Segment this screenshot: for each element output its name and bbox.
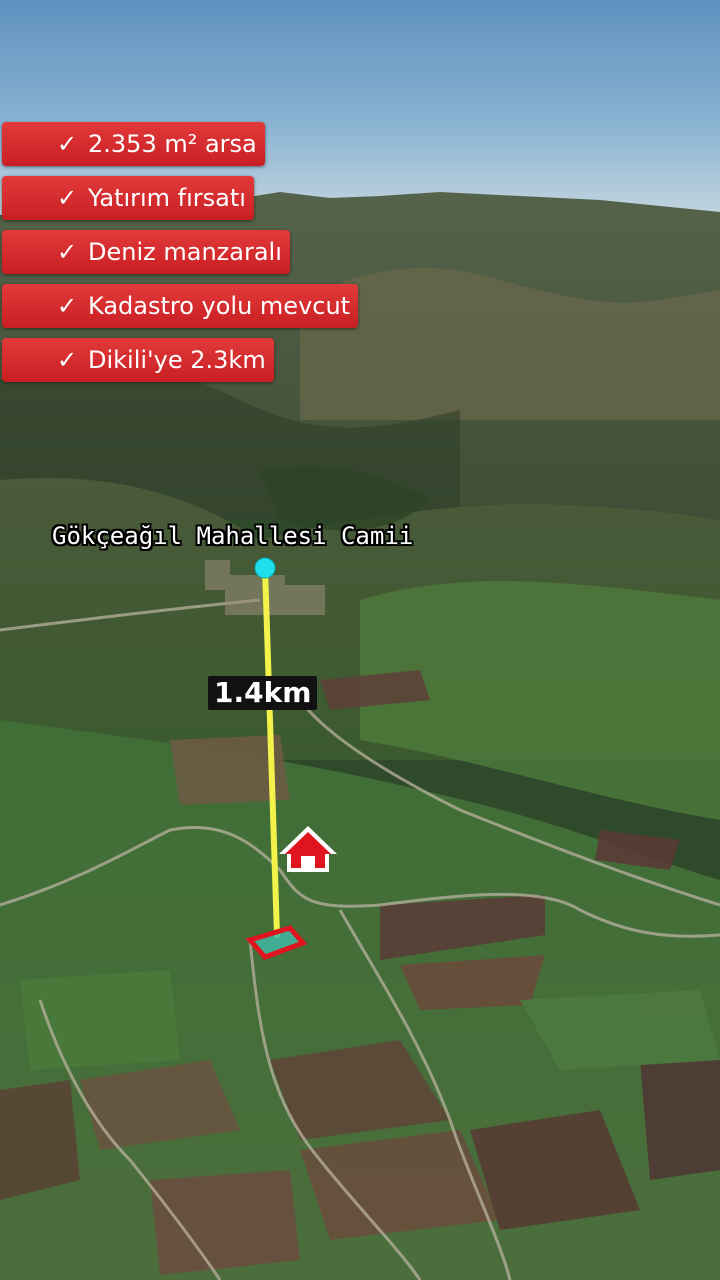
badge-text: Deniz manzaralı bbox=[88, 238, 282, 266]
badge-text: Yatırım fırsatı bbox=[88, 184, 246, 212]
feature-badge-distance: ✓ Dikili'ye 2.3km bbox=[2, 338, 274, 382]
feature-badge-investment: ✓ Yatırım fırsatı bbox=[2, 176, 254, 220]
check-icon: ✓ bbox=[57, 130, 78, 158]
badge-text: Dikili'ye 2.3km bbox=[88, 346, 266, 374]
place-label: Gökçeağıl Mahallesi Camii bbox=[52, 522, 414, 550]
feature-badge-cadastral-road: ✓ Kadastro yolu mevcut bbox=[2, 284, 359, 328]
check-icon: ✓ bbox=[57, 184, 78, 212]
feature-badge-sea-view: ✓ Deniz manzaralı bbox=[2, 230, 290, 274]
badge-text: Kadastro yolu mevcut bbox=[88, 292, 351, 320]
badge-text: 2.353 m² arsa bbox=[88, 130, 257, 158]
feature-badge-area: ✓ 2.353 m² arsa bbox=[2, 122, 265, 166]
check-icon: ✓ bbox=[57, 292, 78, 320]
check-icon: ✓ bbox=[57, 346, 78, 374]
mosque-location-point[interactable] bbox=[254, 557, 276, 579]
check-icon: ✓ bbox=[57, 238, 78, 266]
distance-label: 1.4km bbox=[208, 676, 318, 710]
